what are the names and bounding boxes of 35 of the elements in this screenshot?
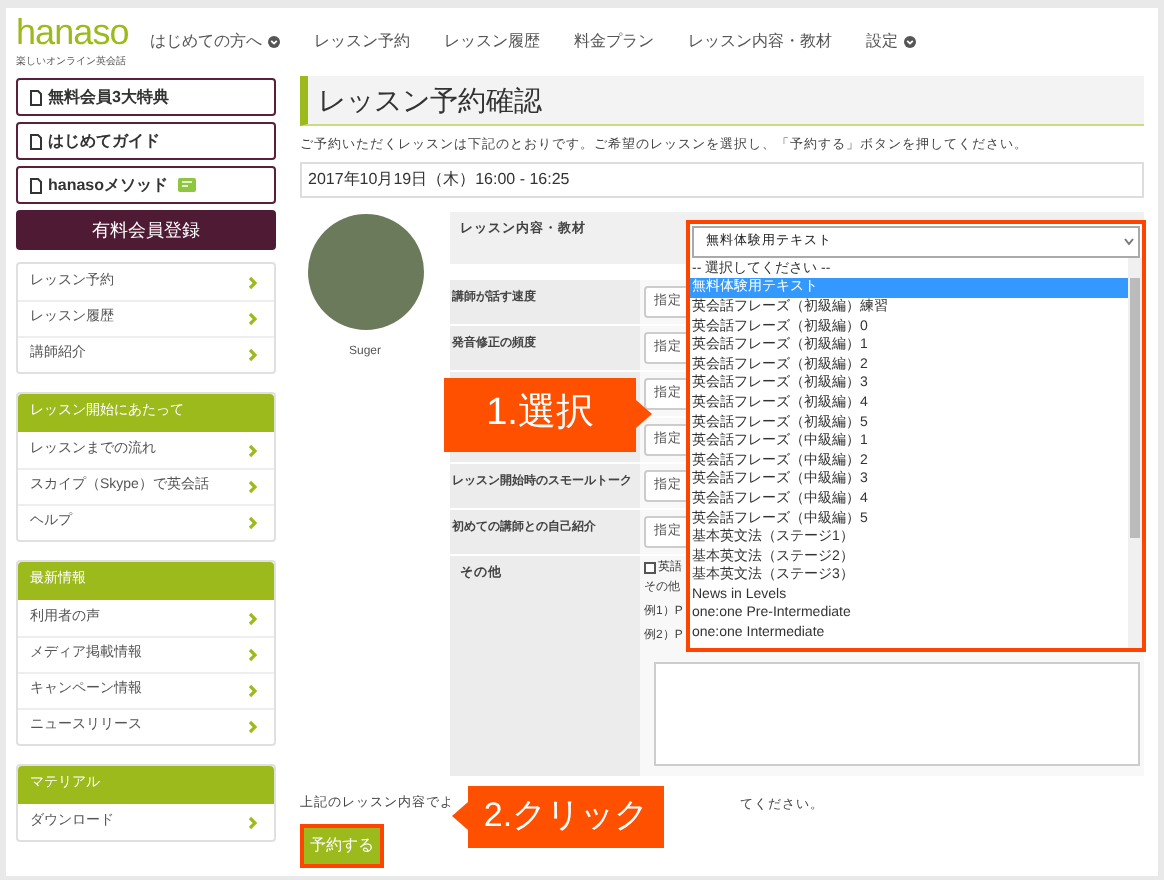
chevron-right-icon [248, 815, 258, 829]
guide-link[interactable]: 無料会員3大特典 [16, 78, 276, 116]
chevron-right-icon [248, 684, 258, 698]
document-icon [30, 89, 42, 105]
badge-icon [178, 178, 197, 192]
nav-link[interactable]: レッスン内容・教材 [688, 32, 832, 52]
nav-link[interactable]: はじめての方へ [150, 32, 280, 52]
caret-icon [1124, 237, 1134, 246]
chevron-right-icon [248, 648, 258, 662]
guide-link[interactable]: はじめてガイド [16, 122, 276, 160]
nav-link[interactable]: 料金プラン [574, 32, 654, 52]
scrollbar[interactable] [1128, 257, 1142, 648]
chevron-right-icon [248, 348, 258, 362]
callout-label: 2.クリック [452, 785, 664, 848]
document-icon [30, 133, 42, 149]
chevron-down-icon [904, 35, 916, 48]
dropdown-list[interactable] [686, 219, 1146, 652]
guide-link[interactable]: hanasoメソッド [16, 166, 276, 204]
date-field: 2017年10月19日（木）16:00 - 16:25 [300, 161, 1144, 198]
chevron-right-icon [248, 611, 258, 625]
nav-link[interactable]: 設定 [866, 32, 916, 52]
nav-link[interactable]: レッスン履歴 [444, 32, 540, 52]
page-title: レッスン予約確認 [318, 83, 542, 117]
nav-link[interactable]: レッスン予約 [314, 32, 410, 52]
chevron-right-icon [248, 480, 258, 494]
signup-button[interactable]: 有料会員登録 [16, 210, 276, 250]
chevron-down-icon [268, 35, 280, 48]
checkbox[interactable] [644, 561, 656, 574]
chevron-right-icon [248, 720, 258, 734]
chevron-right-icon [248, 516, 258, 530]
document-icon [30, 177, 42, 193]
chevron-right-icon [248, 312, 258, 326]
chevron-right-icon [248, 443, 258, 457]
chevron-right-icon [248, 275, 258, 289]
callout-label: 1.選択 [444, 377, 652, 452]
